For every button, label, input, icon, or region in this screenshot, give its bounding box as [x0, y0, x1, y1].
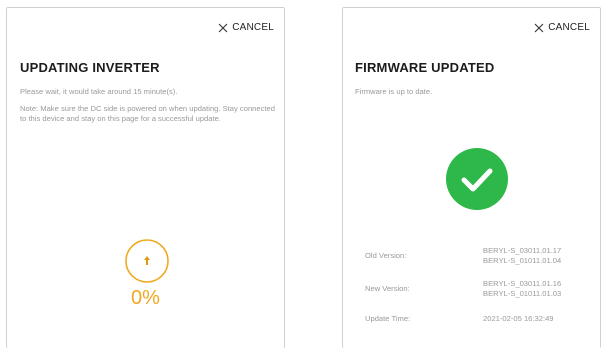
old-version-value: BERYL-S_03011.01.17 BERYL-S_01011.01.04: [483, 246, 561, 265]
new-version-line: BERYL-S_01011.01.03: [483, 288, 562, 298]
new-version-line: BERYL-S_03011.01.16: [483, 279, 562, 288]
update-time-value: 2021-02-05 16:32:49: [483, 314, 554, 323]
wait-message: Please wait, it would take around 15 min…: [20, 87, 178, 96]
success-check-icon: [445, 147, 509, 211]
new-version-label: New Version:: [365, 284, 410, 293]
old-version-label: Old Version:: [365, 251, 407, 260]
old-version-line: BERYL-S_03011.01.17: [483, 246, 562, 255]
progress-percent: 0%: [131, 287, 160, 309]
cancel-button[interactable]: CANCEL: [534, 22, 590, 33]
firmware-updated-screen: CANCEL FIRMWARE UPDATED Firmware is up t…: [342, 7, 601, 348]
close-icon: [218, 23, 228, 33]
cancel-label: CANCEL: [232, 22, 274, 33]
updating-inverter-screen: CANCEL UPDATING INVERTER Please wait, it…: [6, 7, 285, 348]
status-message: Firmware is up to date.: [355, 87, 433, 96]
update-time-label: Update Time:: [365, 314, 411, 323]
cancel-button[interactable]: CANCEL: [218, 22, 274, 33]
close-icon: [534, 23, 544, 33]
old-version-line: BERYL-S_01011.01.04: [483, 255, 562, 265]
arrow-up-icon: [144, 256, 150, 265]
upload-progress-ring: [124, 238, 170, 284]
cancel-label: CANCEL: [548, 22, 590, 33]
page-title: FIRMWARE UPDATED: [355, 60, 495, 75]
update-note: Note: Make sure the DC side is powered o…: [20, 104, 275, 123]
new-version-value: BERYL-S_03011.01.16 BERYL-S_01011.01.03: [483, 279, 561, 298]
page-title: UPDATING INVERTER: [20, 60, 160, 75]
